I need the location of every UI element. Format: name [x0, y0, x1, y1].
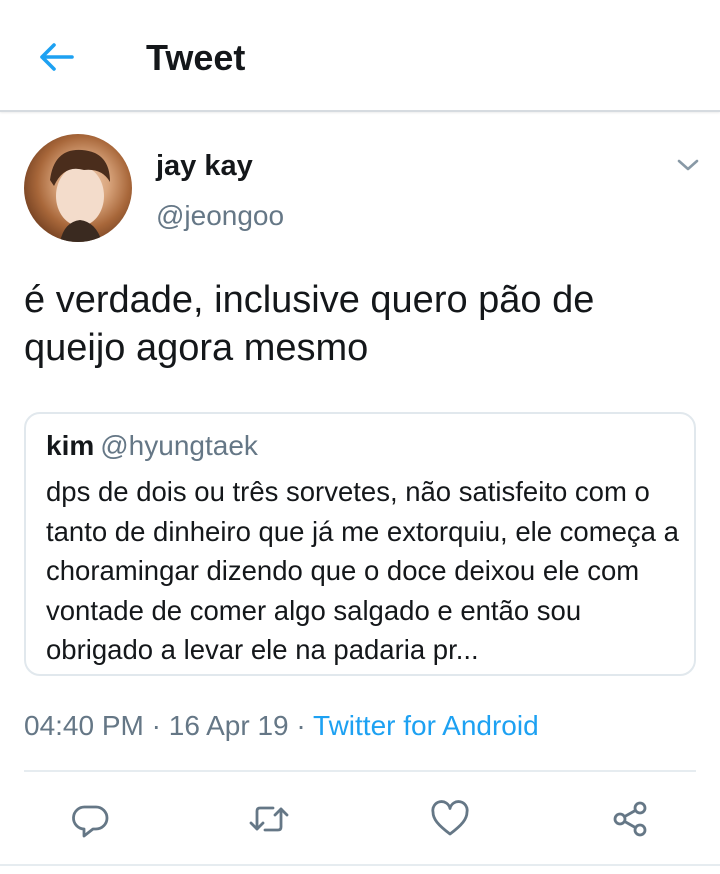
tweet-text: é verdade, inclusive quero pão de queijo… — [24, 279, 595, 369]
meta-separator: · — [296, 710, 306, 741]
quoted-author-name: kim — [46, 430, 95, 461]
avatar-image — [50, 149, 110, 242]
reply-button[interactable] — [62, 790, 120, 848]
quoted-tweet-card[interactable]: kim @hyungtaek dps de dois ou três sorvet… — [24, 412, 696, 676]
like-button[interactable] — [421, 790, 479, 848]
tweet-source-link[interactable]: Twitter for Android — [313, 710, 539, 741]
divider — [0, 864, 720, 866]
arrow-left-icon — [40, 43, 74, 71]
tweet-metadata: 04:40 PM · 16 Apr 19 · Twitter for Andro… — [24, 706, 539, 746]
avatar[interactable] — [24, 134, 132, 242]
top-app-bar: Tweet — [0, 0, 720, 112]
divider — [24, 770, 696, 772]
meta-separator: · — [151, 710, 161, 741]
author-handle[interactable]: @jeongoo — [156, 198, 284, 234]
tweet-menu-button[interactable] — [670, 150, 706, 180]
tweet-action-bar — [0, 790, 720, 848]
author-display-name[interactable]: jay kay — [156, 148, 253, 184]
quoted-tweet-text: dps de dois ou três sorvetes, não satisf… — [46, 476, 679, 665]
share-button[interactable] — [601, 790, 659, 848]
share-icon — [613, 801, 647, 837]
retweet-icon — [249, 806, 289, 832]
quoted-tweet-header: kim @hyungtaek — [46, 428, 258, 464]
tweet-detail-screen: Tweet jay kay @jeongoo é verdade, inclus… — [0, 0, 720, 874]
reply-icon — [72, 805, 109, 838]
page-title: Tweet — [146, 37, 246, 78]
like-heart-icon — [431, 800, 469, 836]
tweet-date: 16 Apr 19 — [168, 710, 289, 741]
tweet-time: 04:40 PM — [24, 710, 144, 741]
retweet-button[interactable] — [240, 790, 298, 848]
quoted-author-handle: @hyungtaek — [100, 430, 258, 461]
back-button[interactable] — [30, 36, 82, 78]
chevron-down-icon — [677, 159, 699, 171]
